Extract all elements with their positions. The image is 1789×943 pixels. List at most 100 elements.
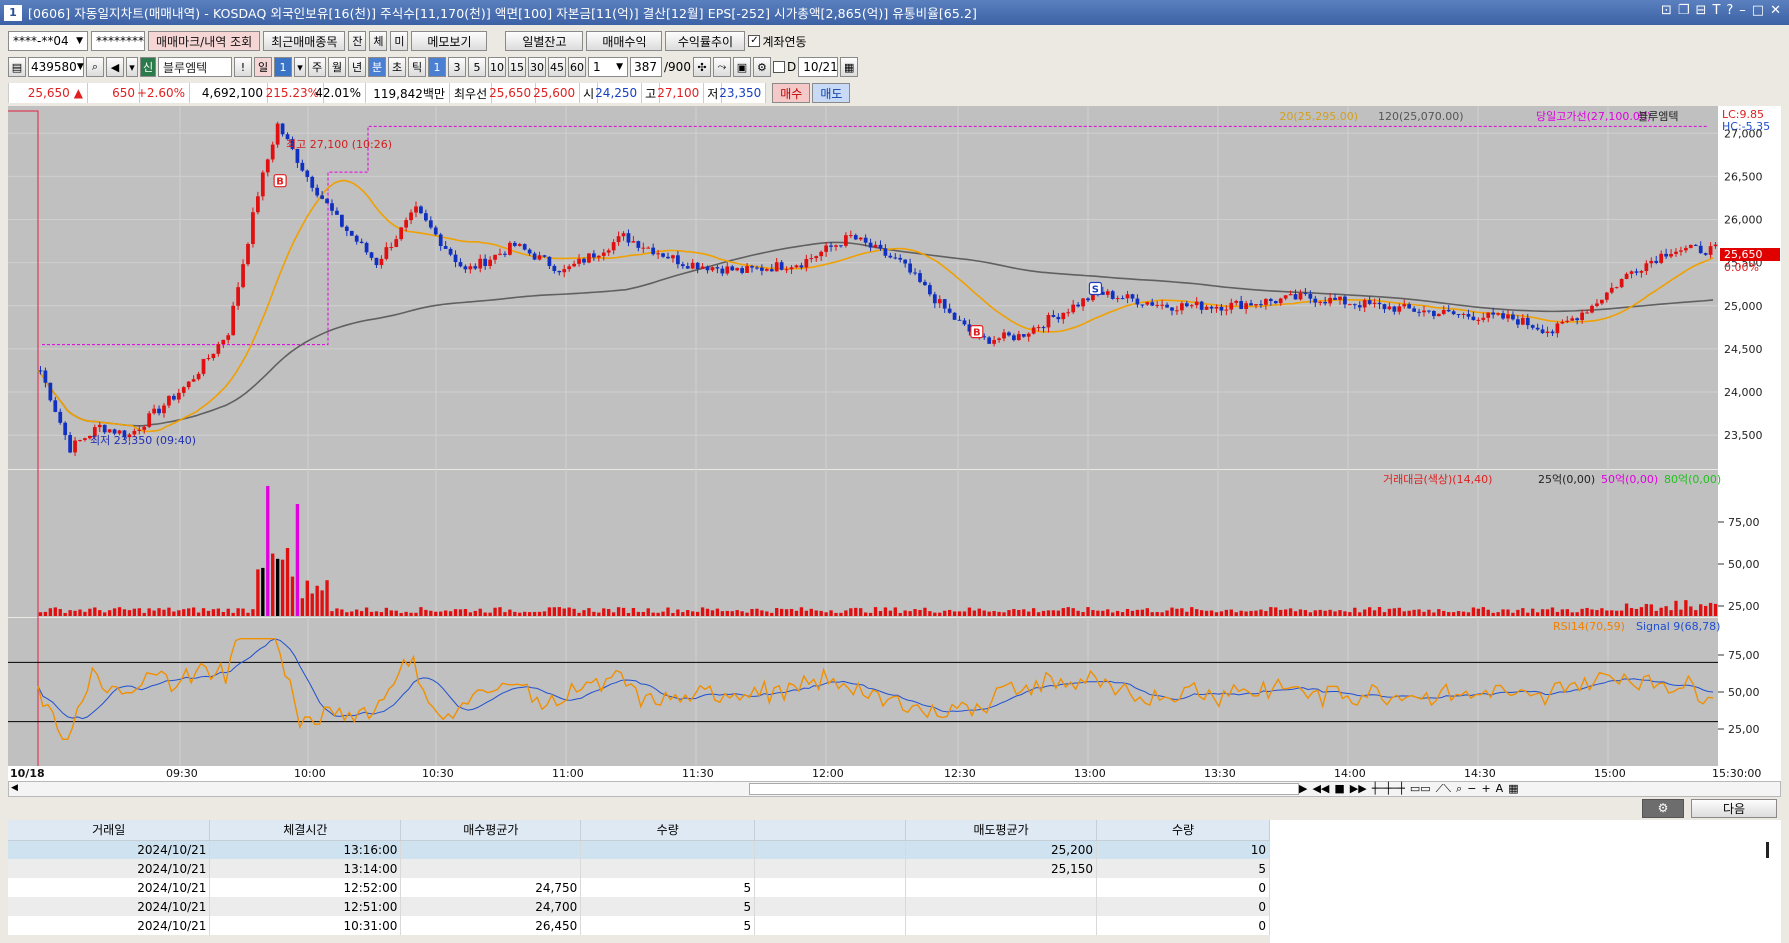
minimize-icon[interactable]: –: [1739, 3, 1746, 18]
candle-body: [1486, 312, 1491, 318]
period-month-button[interactable]: 월: [328, 57, 346, 77]
text-tool-icon[interactable]: A: [1496, 782, 1504, 796]
period-tick-button[interactable]: 틱: [408, 57, 426, 77]
multiplier-select[interactable]: 1 ▼: [588, 57, 628, 77]
zoom-out-icon[interactable]: −: [1467, 782, 1476, 796]
legend-ma120: 120(25,070.00): [1378, 110, 1464, 123]
calendar-icon[interactable]: ▦: [840, 57, 859, 77]
draw-icon[interactable]: ⤳: [712, 57, 731, 77]
tab-balance[interactable]: 잔: [348, 31, 367, 51]
col-exec-time[interactable]: 체결시간: [209, 820, 402, 841]
memo-button[interactable]: 메모보기: [411, 31, 488, 51]
interval-60-button[interactable]: 60: [568, 57, 586, 77]
period-day-button[interactable]: 일: [254, 57, 272, 77]
trade-marks-button[interactable]: 매매마크/내역 조회: [148, 31, 261, 51]
stop-icon[interactable]: ■: [1334, 782, 1344, 796]
interval-1-button[interactable]: 1: [428, 57, 446, 77]
link-icon[interactable]: ⊡: [1661, 3, 1672, 18]
tools-icon[interactable]: ✣: [692, 57, 711, 77]
candle-body: [552, 265, 557, 271]
col-sell-qty[interactable]: 수량: [1096, 820, 1270, 841]
sell-mark[interactable]: S: [1088, 281, 1103, 296]
zoom-icon[interactable]: ⌕: [1456, 782, 1462, 796]
table-row[interactable]: 2024/10/21 12:51:00 24,700 5 0: [8, 897, 1270, 916]
copy-icon[interactable]: ❐: [1678, 3, 1690, 18]
panel-icon[interactable]: ▤: [8, 57, 26, 77]
volume-bar: [567, 607, 571, 616]
play-icon[interactable]: ▶: [1299, 782, 1307, 796]
horizontal-scrollbar[interactable]: ◀ ▶ ◀◀ ■ ▶▶ ┼─┼─┼ ▭▭ ⟋⟍ ⌕ − + A ▦: [8, 781, 1781, 797]
period-count-button[interactable]: 1: [274, 57, 292, 77]
close-icon[interactable]: ✕: [1770, 3, 1781, 18]
rewind-icon[interactable]: ◀◀: [1312, 782, 1329, 796]
interval-5-button[interactable]: 5: [468, 57, 486, 77]
candlestick-chart[interactable]: B S B 20(25,295.00) 120(25,070.00) 당일고가선(2…: [8, 106, 1781, 781]
chevron-down-icon[interactable]: ▾: [126, 57, 138, 77]
ruler-icon[interactable]: ┼─┼─┼: [1372, 782, 1405, 796]
volume-bar: [1130, 610, 1135, 616]
date-input[interactable]: 10/21: [798, 57, 839, 77]
return-trend-button[interactable]: 수익률추이: [665, 31, 746, 51]
next-button[interactable]: 다음: [1691, 799, 1777, 818]
tab-unexecuted[interactable]: 미: [390, 31, 409, 51]
account-select[interactable]: ****-**04 ▼: [8, 31, 88, 51]
palette-icon[interactable]: ▦: [1508, 782, 1518, 796]
layout-icon[interactable]: ▭▭: [1410, 782, 1431, 796]
table-row[interactable]: 2024/10/21 10:31:00 26,450 5 0: [8, 916, 1270, 935]
sell-button[interactable]: 매도: [812, 83, 851, 103]
buy-mark[interactable]: B: [273, 174, 287, 188]
interval-10-button[interactable]: 10: [488, 57, 506, 77]
font-icon[interactable]: T: [1712, 3, 1720, 18]
volume-bar: [938, 612, 942, 616]
tab-executed[interactable]: 체: [369, 31, 388, 51]
period-year-button[interactable]: 년: [348, 57, 366, 77]
table-scrollbar[interactable]: [1766, 842, 1769, 858]
period-week-button[interactable]: 주: [308, 57, 326, 77]
col-buy-qty[interactable]: 수량: [580, 820, 756, 841]
zoom-in-icon[interactable]: +: [1481, 782, 1490, 796]
alert-button[interactable]: !: [234, 57, 252, 77]
interval-45-button[interactable]: 45: [548, 57, 566, 77]
save-icon[interactable]: ▣: [732, 57, 751, 77]
col-trade-date[interactable]: 거래일: [8, 820, 211, 841]
interval-30-button[interactable]: 30: [528, 57, 546, 77]
table-row[interactable]: 2024/10/21 13:14:00 25,150 5: [8, 859, 1270, 878]
candle-body: [102, 424, 107, 433]
lock-icon[interactable]: ⊟: [1696, 3, 1707, 18]
trade-pnl-button[interactable]: 매매수익: [586, 31, 663, 51]
chart-area[interactable]: B S B 20(25,295.00) 120(25,070.00) 당일고가선(2…: [8, 106, 1781, 781]
scroll-left-icon[interactable]: ◀: [11, 783, 21, 795]
account-link-checkbox[interactable]: ✓ 계좌연동: [748, 33, 807, 50]
buy-mark[interactable]: B: [970, 325, 984, 339]
candle-body: [97, 424, 102, 428]
col-sell-avg[interactable]: 매도평균가: [905, 820, 1098, 841]
password-field[interactable]: ********: [91, 31, 145, 51]
col-buy-avg[interactable]: 매수평균가: [400, 820, 582, 841]
search-icon[interactable]: ⌕: [86, 57, 104, 77]
candle-body: [1461, 313, 1466, 315]
period-second-button[interactable]: 초: [388, 57, 406, 77]
volume-bar: [592, 611, 596, 616]
candle-body: [760, 267, 764, 271]
interval-3-button[interactable]: 3: [448, 57, 466, 77]
daily-balance-button[interactable]: 일별잔고: [505, 31, 584, 51]
help-icon[interactable]: ?: [1726, 3, 1733, 18]
gear-icon[interactable]: ⚙: [752, 57, 771, 77]
stock-code-input[interactable]: 439580 ▼: [28, 57, 84, 77]
speaker-icon[interactable]: ◀: [106, 57, 124, 77]
table-row[interactable]: 2024/10/21 12:52:00 24,750 5 0: [8, 878, 1270, 897]
interval-15-button[interactable]: 15: [508, 57, 526, 77]
date-checkbox[interactable]: [772, 61, 785, 73]
period-minute-button[interactable]: 분: [368, 57, 386, 77]
forward-icon[interactable]: ▶▶: [1350, 782, 1367, 796]
volume-bar: [434, 611, 438, 616]
scroll-thumb[interactable]: [749, 783, 1299, 795]
bar-count-input[interactable]: 387: [630, 57, 662, 77]
buy-button[interactable]: 매수: [772, 83, 811, 103]
recent-trades-button[interactable]: 최근매매종목: [263, 31, 346, 51]
settings-icon[interactable]: ⚙: [1642, 799, 1684, 818]
table-row[interactable]: 2024/10/21 13:16:00 25,200 10: [8, 840, 1270, 859]
maximize-icon[interactable]: □: [1752, 3, 1764, 18]
line-tool-icon[interactable]: ⟋⟍: [1436, 782, 1451, 796]
chevron-down-icon[interactable]: ▾: [294, 57, 306, 77]
